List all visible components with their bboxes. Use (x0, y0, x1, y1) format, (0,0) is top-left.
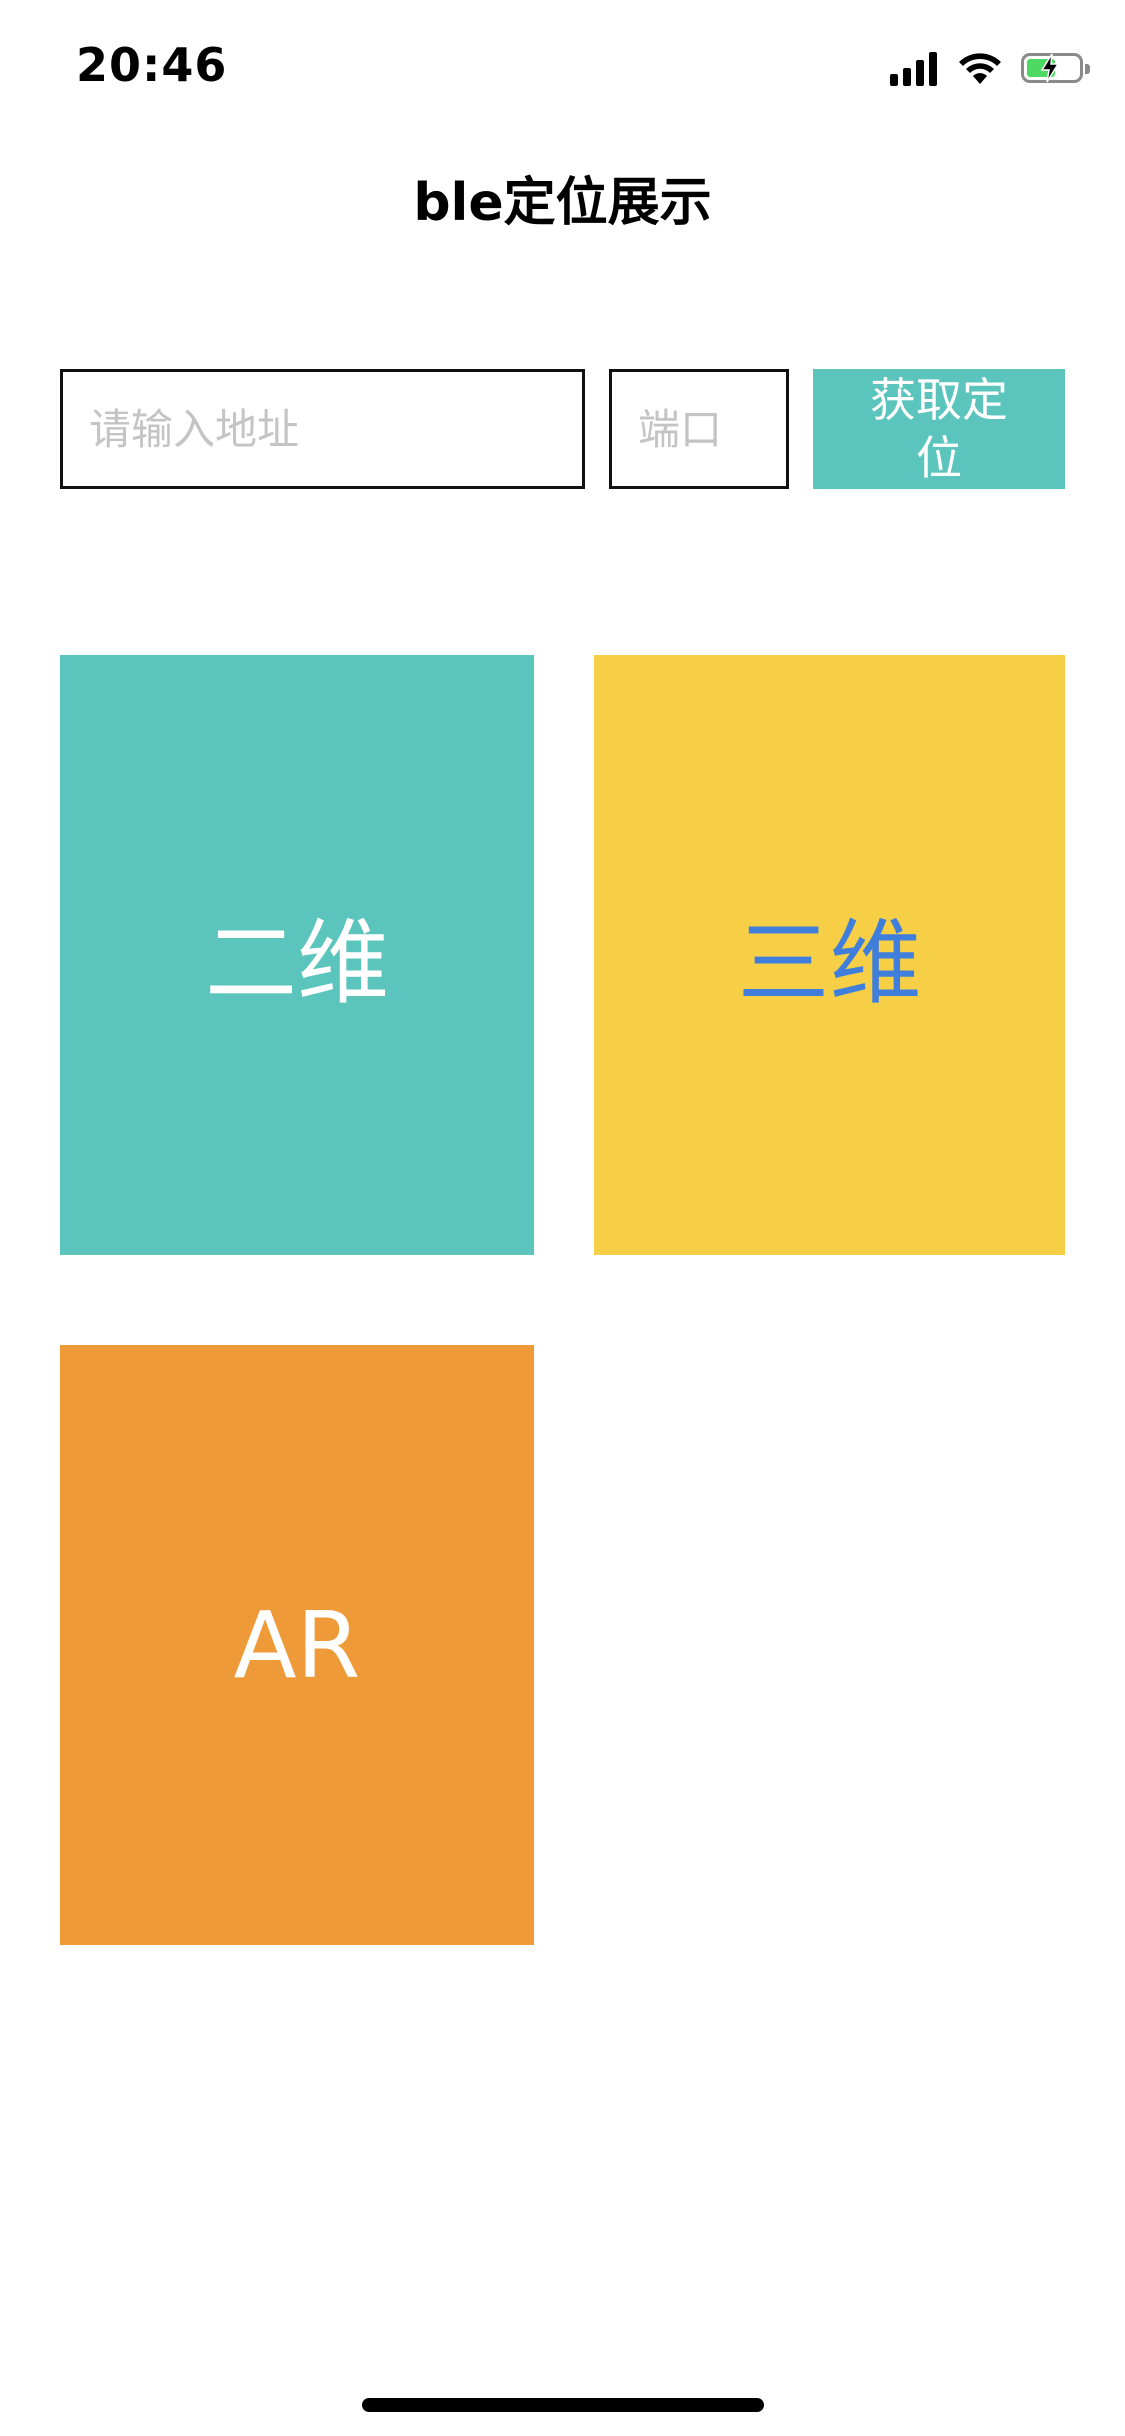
address-input[interactable] (60, 369, 585, 489)
status-icons (890, 48, 1090, 88)
tile-ar-label: AR (233, 1591, 361, 1699)
tile-2d-label: 二维 (204, 909, 389, 1017)
tile-3d-button[interactable]: 三维 (594, 655, 1065, 1255)
port-input[interactable] (609, 369, 789, 489)
home-indicator[interactable] (362, 2398, 764, 2412)
wifi-icon (959, 53, 1001, 84)
signal-icon (890, 50, 937, 86)
tile-ar-button[interactable]: AR (60, 1345, 534, 1945)
battery-charging-icon (1021, 53, 1090, 83)
get-location-button[interactable]: 获取定位 (813, 369, 1065, 489)
status-time: 20:46 (76, 38, 228, 92)
status-bar: 20:46 (0, 0, 1125, 132)
tile-3d-label: 三维 (737, 909, 922, 1017)
page-title: ble定位展示 (413, 173, 712, 233)
tile-2d-button[interactable]: 二维 (60, 655, 534, 1255)
